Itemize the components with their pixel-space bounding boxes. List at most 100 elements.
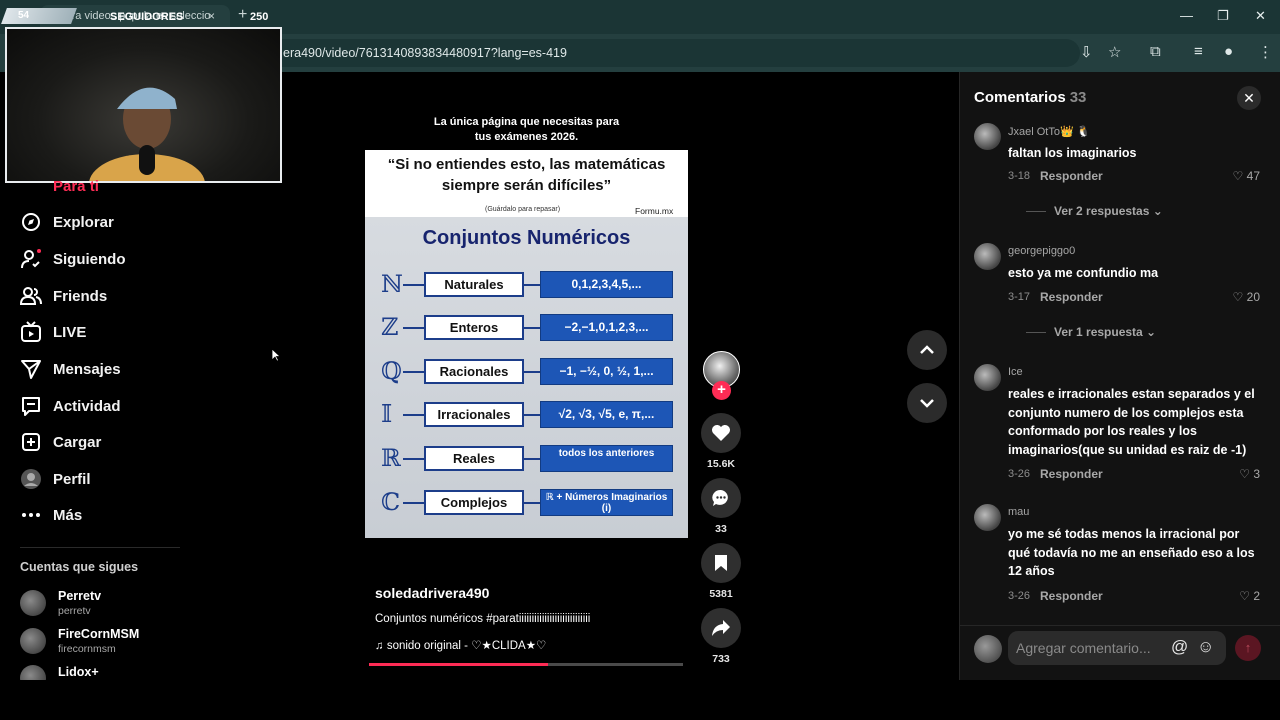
reply-button[interactable]: Responder <box>1040 589 1103 603</box>
video-top-line-2: tus exámenes 2026. <box>474 131 579 143</box>
maximize-icon[interactable]: ❐ <box>1217 8 1229 24</box>
comment-composer: @ ☺ ↑ <box>959 625 1280 680</box>
share-count: 733 <box>712 653 730 665</box>
bookmark-icon[interactable] <box>701 543 741 583</box>
install-app-icon[interactable]: ⇩ <box>1080 43 1093 61</box>
comment-like[interactable]: ♡ 47 <box>1226 169 1260 183</box>
activity-icon <box>20 395 42 417</box>
extensions-icon[interactable]: ⧉ <box>1150 43 1161 60</box>
next-video-button[interactable] <box>907 383 947 423</box>
set-row: ℝ Reales todos los anteriores <box>381 444 676 474</box>
avatar[interactable] <box>974 504 1001 531</box>
share-arrow-icon[interactable] <box>701 608 741 648</box>
comment-user[interactable]: mau <box>1008 506 1029 518</box>
save-action[interactable]: 5381 <box>701 543 741 600</box>
video-quote-panel: “Si no entiendes esto, las matemáticas s… <box>365 150 688 217</box>
streamer-silhouette <box>89 87 205 181</box>
comment-text: reales e irracionales estan separados y … <box>1008 387 1255 457</box>
star-bookmark-icon[interactable]: ☆ <box>1108 43 1121 61</box>
profile-icon[interactable]: ● <box>1224 43 1233 60</box>
video-top-line-1: La única página que necesitas para <box>433 116 620 128</box>
video-progress-fill <box>369 663 548 666</box>
comment-like[interactable]: ♡ 2 <box>1226 589 1260 603</box>
set-name: Racionales <box>424 359 524 384</box>
video-music[interactable]: ♫ sonido original - ♡★CLIDA★♡ <box>375 638 546 652</box>
comment-user[interactable]: georgepiggo0 <box>1008 245 1075 257</box>
reply-button[interactable]: Responder <box>1040 169 1103 183</box>
reply-button[interactable]: Responder <box>1040 290 1103 304</box>
video-player[interactable]: La única página que necesitas para tus e… <box>365 110 688 538</box>
avatar[interactable] <box>974 123 1001 150</box>
nav-item-perfil[interactable]: Perfil <box>20 464 91 494</box>
like-action[interactable]: 15.6K <box>701 413 741 470</box>
reply-button[interactable]: Responder <box>1040 467 1103 481</box>
nav-item-cargar[interactable]: Cargar <box>20 427 101 457</box>
save-note: (Guárdalo para repasar) <box>485 206 561 213</box>
nav-item-explorar[interactable]: Explorar <box>20 207 114 237</box>
follow-button[interactable]: + <box>712 381 731 400</box>
media-control-icon[interactable]: ≡ <box>1194 43 1203 60</box>
comments-count: 33 <box>1069 89 1087 106</box>
avatar <box>20 468 42 490</box>
previous-video-button[interactable] <box>907 330 947 370</box>
following-accounts-title: Cuentas que sigues <box>20 560 139 574</box>
video-brand: Formu.mx <box>635 206 674 216</box>
close-window-icon[interactable]: ✕ <box>1255 8 1266 24</box>
comment-input[interactable] <box>1008 631 1226 665</box>
heart-icon[interactable] <box>701 413 741 453</box>
video-progress-bar[interactable] <box>369 663 683 666</box>
url-text[interactable]: era490/video/7613140893834480917?lang=es… <box>283 46 567 60</box>
connector-line <box>524 414 540 416</box>
goal-label: SEGUIDORES <box>110 11 184 23</box>
avatar[interactable] <box>974 243 1001 270</box>
share-action[interactable]: 733 <box>701 608 741 665</box>
comment-action[interactable]: 33 <box>701 478 741 535</box>
goal-badge-number: 54 <box>18 10 30 21</box>
menu-kebab-icon[interactable]: ⋮ <box>1258 43 1273 61</box>
account-handle: perretv <box>58 605 91 617</box>
followed-account[interactable]: Perretv perretv <box>20 589 101 617</box>
view-replies-button[interactable]: Ver 1 respuesta ⌄ <box>1026 325 1156 339</box>
minimize-icon[interactable]: — <box>1180 8 1193 23</box>
connector-line <box>524 284 540 286</box>
nav-item-actividad[interactable]: Actividad <box>20 391 121 421</box>
nav-item-friends[interactable]: Friends <box>20 281 107 311</box>
set-symbol: ℤ <box>381 313 399 341</box>
comment-like[interactable]: ♡ 20 <box>1226 290 1260 304</box>
comment-date: 3-18 <box>1008 170 1031 182</box>
comment-bubble-icon[interactable] <box>701 478 741 518</box>
set-name: Naturales <box>424 272 524 297</box>
account-name: FireCornMSM <box>58 627 140 641</box>
comment-user[interactable]: Jxael OtTo👑 🐧 <box>1008 125 1090 138</box>
close-comments-button[interactable]: ✕ <box>1237 86 1261 110</box>
comment-like-count: 3 <box>1253 467 1260 481</box>
video-author[interactable]: soledadrivera490 <box>375 585 489 601</box>
nav-item-live[interactable]: LIVE <box>20 317 86 347</box>
emoji-icon[interactable]: ☺ <box>1197 637 1214 657</box>
nav-label: Cargar <box>53 433 102 451</box>
send-comment-button[interactable]: ↑ <box>1235 635 1261 661</box>
comments-title-text: Comentarios <box>974 89 1066 106</box>
set-name: Enteros <box>424 315 524 340</box>
save-count: 5381 <box>709 588 733 600</box>
followed-account[interactable]: Lidox+ <box>20 665 99 680</box>
account-name: Lidox+ <box>58 665 99 679</box>
avatar[interactable] <box>974 364 1001 391</box>
set-symbol: ℚ <box>381 357 402 385</box>
nav-for-you[interactable]: Para ti <box>53 178 99 195</box>
nav-divider <box>20 547 180 548</box>
view-replies-button[interactable]: Ver 2 respuestas ⌄ <box>1026 204 1163 218</box>
comment-user[interactable]: Ice <box>1008 366 1023 378</box>
connector-line <box>403 502 425 504</box>
comment-date: 3-17 <box>1008 291 1031 303</box>
nav-label: Friends <box>53 287 108 305</box>
video-caption: Conjuntos numéricos #paratiiiiiiiiiiiiii… <box>375 613 591 625</box>
comment-like[interactable]: ♡ 3 <box>1226 467 1260 481</box>
followed-account[interactable]: FireCornMSM firecornmsm <box>20 627 139 655</box>
nav-item-mensajes[interactable]: Mensajes <box>20 354 121 384</box>
mention-at-icon[interactable]: @ <box>1171 637 1188 657</box>
set-value: todos los anteriores <box>540 445 673 472</box>
nav-item-siguiendo[interactable]: Siguiendo <box>20 244 126 274</box>
nav-item-mas[interactable]: Más <box>20 500 82 530</box>
comment-item: Jxael OtTo👑 🐧 faltan los imaginarios 3-1… <box>974 123 1264 233</box>
